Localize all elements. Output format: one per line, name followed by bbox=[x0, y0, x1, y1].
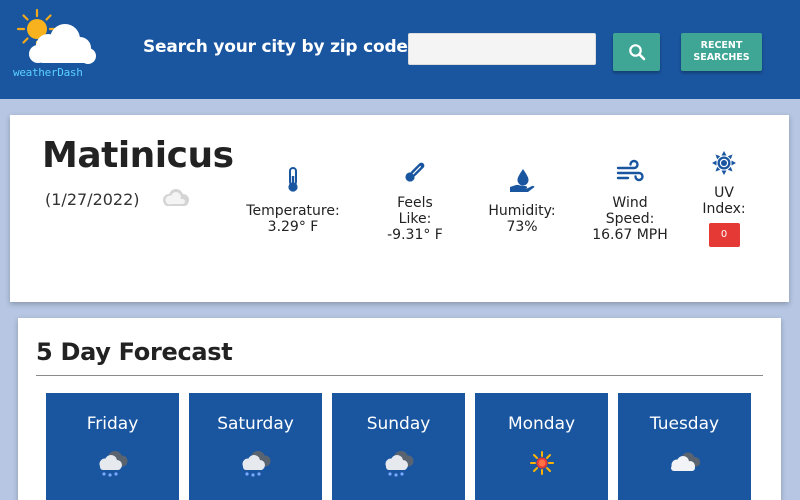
app-header: weatherDash Search your city by zip code… bbox=[0, 0, 800, 99]
wind-speed-label-line2: Speed: bbox=[605, 211, 655, 227]
wind-speed-metric: Wind Speed: 16.67 MPH bbox=[584, 159, 676, 243]
wind-speed-value: 16.67 MPH bbox=[592, 227, 668, 243]
humidity-value: 73% bbox=[506, 219, 538, 235]
humidity-metric: Humidity: 73% bbox=[476, 167, 568, 235]
forecast-day-card: Tuesday bbox=[618, 393, 751, 500]
temperature-pen-icon bbox=[405, 162, 425, 182]
feels-like-label-line1: Feels bbox=[397, 195, 433, 211]
current-weather-card: Matinicus (1/27/2022) Temperature: 3.29°… bbox=[10, 115, 789, 302]
uv-index-metric: UV Index: 0 bbox=[694, 151, 754, 247]
humidity-label: Humidity: bbox=[488, 203, 556, 219]
forecast-day-card: Saturday bbox=[189, 393, 322, 500]
feels-like-value: -9.31° F bbox=[387, 227, 443, 243]
search-button[interactable] bbox=[613, 33, 660, 71]
forecast-title: 5 Day Forecast bbox=[36, 338, 233, 366]
forecast-section: 5 Day Forecast Friday Saturday Sunday Mo… bbox=[18, 318, 781, 500]
snow-cloud-icon bbox=[242, 451, 271, 477]
wind-icon bbox=[616, 159, 644, 182]
forecast-day-name: Saturday bbox=[217, 414, 294, 434]
temperature-value: 3.29° F bbox=[267, 219, 319, 235]
recent-searches-button[interactable]: RECENT SEARCHES bbox=[681, 33, 762, 71]
cloud-icon bbox=[671, 452, 700, 471]
temperature-metric: Temperature: 3.29° F bbox=[240, 167, 346, 235]
search-label: Search your city by zip code: bbox=[143, 37, 415, 57]
search-icon bbox=[628, 44, 645, 61]
forecast-divider bbox=[36, 375, 763, 376]
temperature-label: Temperature: bbox=[246, 203, 340, 219]
water-drop-hand-icon bbox=[510, 169, 535, 192]
forecast-day-card: Monday bbox=[475, 393, 608, 500]
wind-speed-label-line1: Wind bbox=[612, 195, 648, 211]
zip-search-input[interactable] bbox=[408, 33, 596, 65]
thermometer-icon bbox=[288, 167, 298, 192]
current-date: (1/27/2022) bbox=[45, 190, 140, 209]
forecast-day-card: Friday bbox=[46, 393, 179, 500]
forecast-day-name: Tuesday bbox=[649, 414, 720, 434]
cloud-icon bbox=[163, 189, 189, 206]
city-name: Matinicus bbox=[42, 135, 234, 176]
logo-text: weatherDash bbox=[13, 66, 83, 79]
forecast-day-name: Monday bbox=[507, 414, 576, 434]
forecast-day-name: Friday bbox=[86, 414, 139, 434]
uv-index-label-line1: UV bbox=[714, 185, 734, 201]
snow-cloud-icon bbox=[99, 451, 128, 477]
sun-icon bbox=[712, 151, 736, 175]
forecast-day-card: Sunday bbox=[332, 393, 465, 500]
sun-icon bbox=[530, 451, 554, 475]
feels-like-metric: Feels Like: -9.31° F bbox=[372, 159, 458, 243]
feels-like-label-line2: Like: bbox=[398, 211, 432, 227]
forecast-day-name: Sunday bbox=[366, 414, 431, 434]
uv-index-badge: 0 bbox=[708, 223, 740, 247]
snow-cloud-icon bbox=[385, 451, 414, 477]
uv-index-label-line2: Index: bbox=[702, 201, 746, 217]
